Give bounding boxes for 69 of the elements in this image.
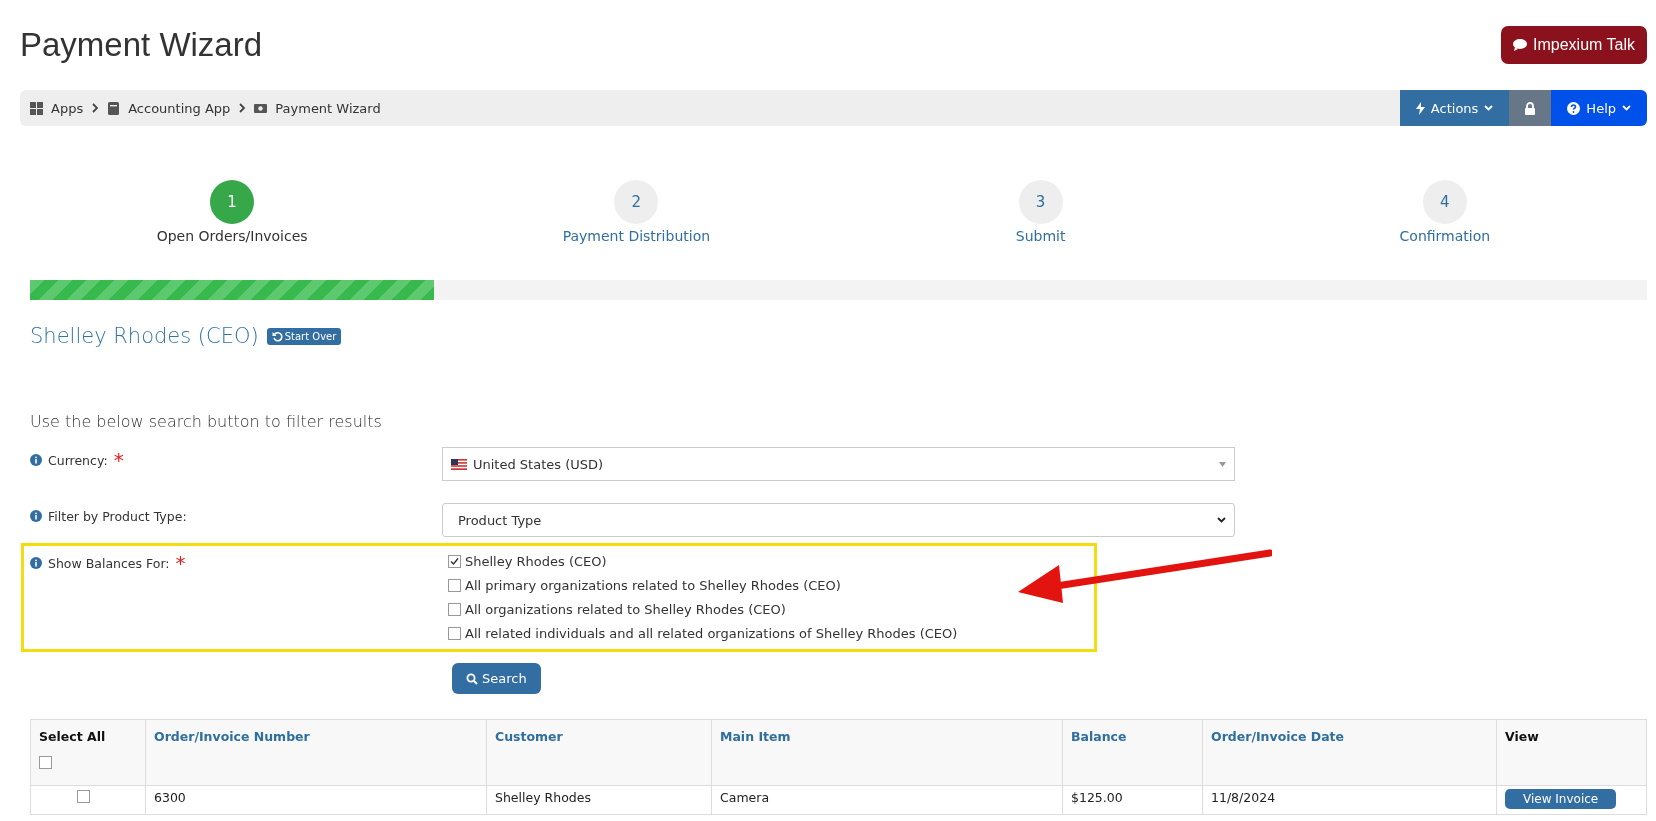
step-number[interactable]: 4 — [1422, 180, 1467, 224]
step-label[interactable]: Payment Distribution — [562, 228, 711, 244]
table-cell: 11/8/2024 — [1211, 790, 1276, 805]
chevron-down-icon — [1484, 105, 1494, 111]
chevron-right-icon — [238, 103, 247, 113]
column-header: Select All — [39, 729, 107, 744]
undo-icon — [271, 330, 283, 342]
chevron-down-icon — [1622, 105, 1631, 111]
step-number[interactable]: 1 — [210, 180, 255, 224]
info-icon — [30, 510, 42, 522]
required-asterisk: * — [113, 453, 124, 467]
page-title: Payment Wizard — [20, 26, 263, 64]
flag-icon — [451, 458, 467, 470]
checkbox-label[interactable]: All primary organizations related to Shelley Rhodes (CEO) — [465, 578, 841, 593]
step-label[interactable]: Confirmation — [1399, 228, 1491, 244]
field-label: Show Balances For: — [48, 556, 170, 571]
checkbox[interactable] — [448, 555, 461, 568]
help-button[interactable]: Help — [1551, 90, 1647, 126]
required-asterisk: * — [175, 556, 186, 570]
table-cell: $125.00 — [1071, 790, 1123, 805]
lock-icon — [1524, 101, 1537, 115]
breadcrumb-link[interactable]: Accounting App — [128, 100, 231, 116]
column-header[interactable]: Balance — [1071, 729, 1127, 744]
checkbox[interactable] — [448, 579, 461, 592]
field-label: Filter by Product Type: — [48, 509, 187, 524]
lightning-icon — [1415, 101, 1425, 115]
dropdown-arrow-icon — [1219, 461, 1226, 467]
info-icon — [30, 557, 42, 569]
view-invoice-button[interactable]: View Invoice — [1505, 789, 1617, 809]
field-label: Currency: — [48, 453, 108, 468]
start-over-button[interactable]: Start Over — [266, 327, 342, 345]
checkbox[interactable] — [39, 756, 52, 769]
breadcrumb-link[interactable]: Apps — [51, 100, 84, 116]
step-label[interactable]: Open Orders/Invoices — [156, 228, 308, 244]
checkbox-label[interactable]: All organizations related to Shelley Rhodes (CEO) — [465, 602, 786, 617]
book-icon — [107, 101, 121, 115]
table-cell: Camera — [720, 790, 770, 805]
currency-select[interactable]: United States (USD) — [442, 447, 1235, 481]
customer-heading: Shelley Rhodes (CEO) — [30, 324, 259, 348]
help-icon — [1567, 101, 1581, 115]
speech-bubble-icon — [1513, 39, 1528, 51]
checkbox-label[interactable]: All related individuals and all related organizations of Shelley Rhodes (CEO) — [465, 626, 958, 641]
chevron-down-icon — [1217, 517, 1226, 523]
product-type-select[interactable]: Product Type — [442, 503, 1235, 537]
checkbox-label[interactable]: Shelley Rhodes (CEO) — [465, 554, 607, 569]
column-header[interactable]: Customer — [495, 729, 563, 744]
chevron-right-icon — [91, 103, 100, 113]
lock-button[interactable] — [1509, 90, 1552, 126]
table-cell: Shelley Rhodes — [495, 790, 591, 805]
step-number[interactable]: 3 — [1018, 180, 1063, 224]
step-number[interactable]: 2 — [614, 180, 659, 224]
table-cell: 6300 — [154, 790, 186, 805]
column-header: View — [1505, 729, 1539, 744]
column-header[interactable]: Order/Invoice Number — [154, 729, 310, 744]
checkbox[interactable] — [448, 627, 461, 640]
checkbox[interactable] — [77, 790, 90, 803]
search-icon — [466, 672, 478, 685]
column-header[interactable]: Order/Invoice Date — [1211, 729, 1345, 744]
breadcrumb-link[interactable]: Payment Wizard — [275, 100, 381, 116]
step-label[interactable]: Submit — [1015, 228, 1066, 244]
actions-button[interactable]: Actions — [1399, 90, 1510, 126]
banknote-icon — [254, 101, 268, 115]
talk-button[interactable]: Impexium Talk — [1501, 26, 1647, 64]
checkbox[interactable] — [448, 603, 461, 616]
grid-icon — [30, 101, 43, 115]
search-button[interactable]: Search — [452, 663, 541, 694]
instruction-text: Use the below search button to filter results — [30, 412, 383, 431]
column-header[interactable]: Main Item — [720, 729, 791, 744]
info-icon — [30, 454, 42, 466]
